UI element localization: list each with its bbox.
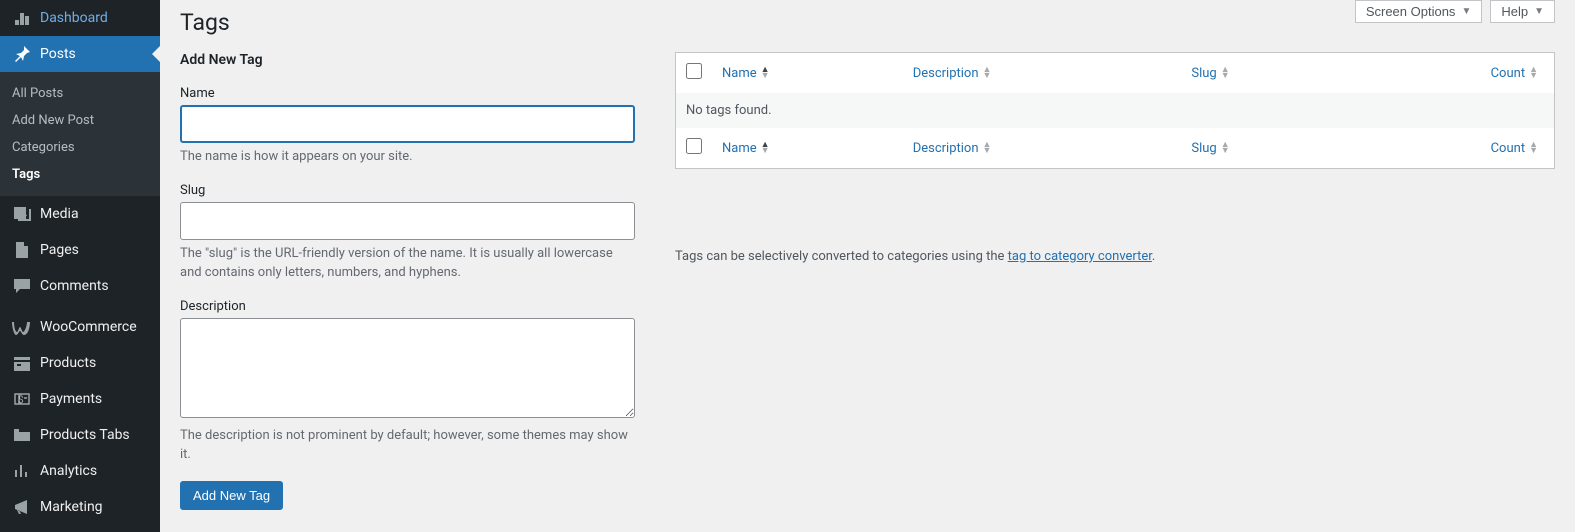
sort-icon: ▲▼ xyxy=(1221,142,1230,154)
help-button[interactable]: Help ▼ xyxy=(1490,0,1555,23)
analytics-icon xyxy=(12,461,32,481)
submenu-tags[interactable]: Tags xyxy=(0,161,160,188)
chevron-down-icon: ▼ xyxy=(1461,6,1471,17)
name-input[interactable] xyxy=(180,105,635,143)
sidebar-item-posts[interactable]: Posts xyxy=(0,36,160,72)
sort-icon: ▲▼ xyxy=(983,142,992,154)
sidebar-item-marketing[interactable]: Marketing xyxy=(0,489,160,525)
sidebar-item-products-tabs[interactable]: Products Tabs xyxy=(0,417,160,453)
media-icon xyxy=(12,204,32,224)
description-textarea[interactable] xyxy=(180,318,635,418)
products-tabs-icon xyxy=(12,425,32,445)
sidebar-item-comments[interactable]: Comments xyxy=(0,268,160,304)
sort-icon: ▲▼ xyxy=(761,142,770,154)
sidebar-label-marketing: Marketing xyxy=(40,499,103,515)
woocommerce-icon xyxy=(12,317,32,337)
add-tag-form: Add New Tag Name The name is how it appe… xyxy=(180,52,635,510)
tags-table: Name▲▼ Description▲▼ Slug▲▼ Count▲▼ No t… xyxy=(675,52,1555,169)
sidebar-label-dashboard: Dashboard xyxy=(40,10,108,26)
slug-input[interactable] xyxy=(180,202,635,240)
pages-icon xyxy=(12,240,32,260)
col-description-footer[interactable]: Description▲▼ xyxy=(913,141,992,156)
name-help: The name is how it appears on your site. xyxy=(180,147,635,167)
sidebar-label-analytics: Analytics xyxy=(40,463,97,479)
select-all-checkbox-bottom[interactable] xyxy=(686,138,702,154)
tag-to-category-link[interactable]: tag to category converter xyxy=(1008,249,1152,264)
sidebar-label-comments: Comments xyxy=(40,278,109,294)
sidebar-item-analytics[interactable]: Analytics xyxy=(0,453,160,489)
table-empty-row: No tags found. xyxy=(676,93,1555,128)
chevron-down-icon: ▼ xyxy=(1534,6,1544,17)
submenu-all-posts[interactable]: All Posts xyxy=(0,80,160,107)
name-label: Name xyxy=(180,86,635,101)
sidebar-label-pages: Pages xyxy=(40,242,79,258)
col-description-header[interactable]: Description▲▼ xyxy=(913,66,992,81)
help-label: Help xyxy=(1501,4,1528,19)
screen-options-label: Screen Options xyxy=(1366,4,1456,19)
sort-icon: ▲▼ xyxy=(1529,142,1538,154)
sidebar-item-woocommerce[interactable]: WooCommerce xyxy=(0,309,160,345)
col-slug-header[interactable]: Slug▲▼ xyxy=(1191,66,1229,81)
col-count-header[interactable]: Count▲▼ xyxy=(1491,66,1538,81)
sidebar-label-posts: Posts xyxy=(40,46,76,62)
sidebar-item-pages[interactable]: Pages xyxy=(0,232,160,268)
section-title: Add New Tag xyxy=(180,52,635,68)
payments-icon: $ xyxy=(12,389,32,409)
sort-icon: ▲▼ xyxy=(983,67,992,79)
description-label: Description xyxy=(180,299,635,314)
sidebar-item-media[interactable]: Media xyxy=(0,196,160,232)
main-content: Screen Options ▼ Help ▼ Tags Add New Tag… xyxy=(160,0,1575,532)
dashboard-icon xyxy=(12,8,32,28)
slug-label: Slug xyxy=(180,183,635,198)
page-title: Tags xyxy=(180,0,1555,40)
tags-list: Name▲▼ Description▲▼ Slug▲▼ Count▲▼ No t… xyxy=(675,52,1555,510)
select-all-checkbox-top[interactable] xyxy=(686,63,702,79)
sort-icon: ▲▼ xyxy=(761,67,770,79)
pin-icon xyxy=(12,44,32,64)
col-name-footer[interactable]: Name▲▼ xyxy=(722,141,770,156)
sidebar-item-dashboard[interactable]: Dashboard xyxy=(0,0,160,36)
sort-icon: ▲▼ xyxy=(1529,67,1538,79)
comments-icon xyxy=(12,276,32,296)
sidebar-label-payments: Payments xyxy=(40,391,102,407)
empty-message: No tags found. xyxy=(676,93,1555,128)
sidebar-label-products: Products xyxy=(40,355,96,371)
posts-submenu: All Posts Add New Post Categories Tags xyxy=(0,72,160,196)
converter-note: Tags can be selectively converted to cat… xyxy=(675,249,1555,264)
svg-text:$: $ xyxy=(18,393,24,406)
sort-icon: ▲▼ xyxy=(1221,67,1230,79)
screen-options-button[interactable]: Screen Options ▼ xyxy=(1355,0,1483,23)
add-new-tag-button[interactable]: Add New Tag xyxy=(180,481,283,510)
sidebar-item-payments[interactable]: $ Payments xyxy=(0,381,160,417)
col-slug-footer[interactable]: Slug▲▼ xyxy=(1191,141,1229,156)
marketing-icon xyxy=(12,497,32,517)
products-icon xyxy=(12,353,32,373)
submenu-add-new-post[interactable]: Add New Post xyxy=(0,107,160,134)
sidebar-label-media: Media xyxy=(40,206,79,222)
sidebar-label-woocommerce: WooCommerce xyxy=(40,319,137,335)
col-name-header[interactable]: Name▲▼ xyxy=(722,66,770,81)
sidebar-item-products[interactable]: Products xyxy=(0,345,160,381)
sidebar-label-products-tabs: Products Tabs xyxy=(40,427,130,443)
slug-help: The "slug" is the URL-friendly version o… xyxy=(180,244,635,283)
description-help: The description is not prominent by defa… xyxy=(180,426,635,465)
submenu-categories[interactable]: Categories xyxy=(0,134,160,161)
col-count-footer[interactable]: Count▲▼ xyxy=(1491,141,1538,156)
admin-sidebar: Dashboard Posts All Posts Add New Post C… xyxy=(0,0,160,532)
